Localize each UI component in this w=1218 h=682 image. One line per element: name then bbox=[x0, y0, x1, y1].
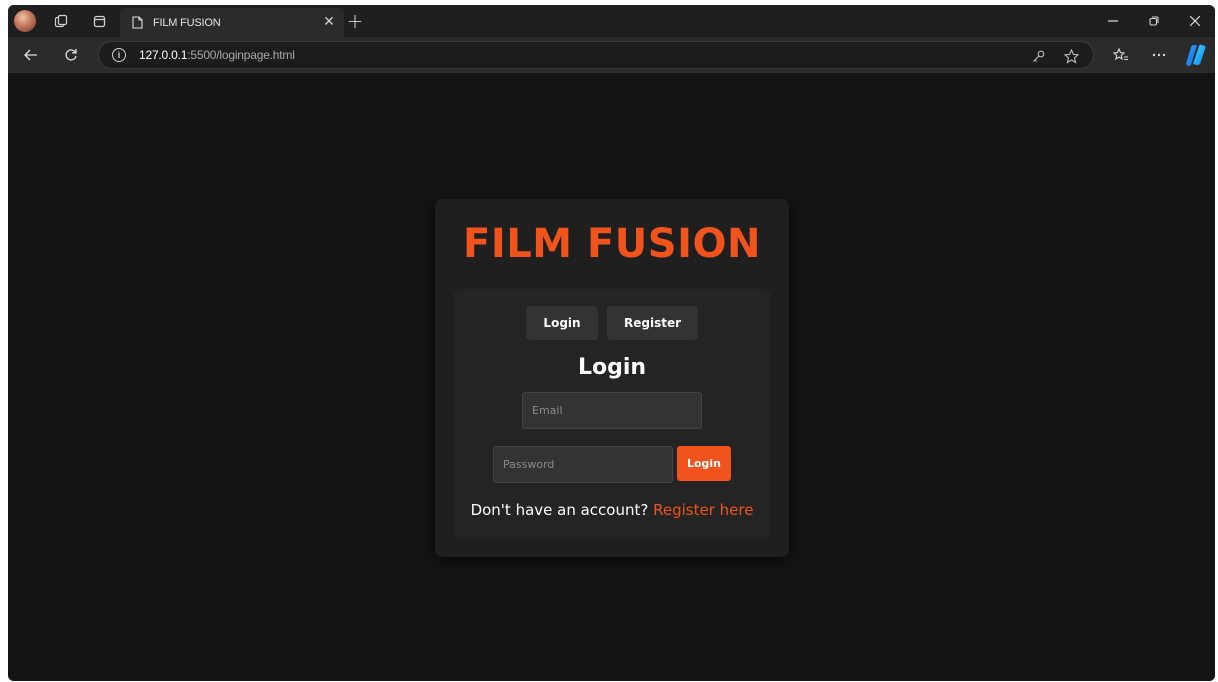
register-prompt: Don't have an account? Register here bbox=[453, 501, 771, 519]
favorites-icon[interactable] bbox=[1108, 42, 1134, 68]
site-info-icon[interactable]: i bbox=[112, 48, 126, 62]
favorite-star-icon[interactable] bbox=[1061, 46, 1081, 66]
email-input[interactable] bbox=[522, 392, 702, 429]
switch-register-button[interactable]: Register bbox=[607, 306, 698, 340]
more-options-icon[interactable] bbox=[1146, 42, 1172, 68]
new-tab-icon[interactable]: + bbox=[342, 9, 368, 33]
register-prompt-text: Don't have an account? bbox=[470, 501, 654, 519]
form-title: Login bbox=[577, 355, 647, 380]
close-window-icon[interactable] bbox=[1180, 9, 1210, 33]
tab-actions-icon[interactable] bbox=[86, 9, 112, 33]
page-icon bbox=[130, 16, 144, 30]
password-input[interactable] bbox=[493, 446, 673, 483]
profile-avatar[interactable] bbox=[14, 10, 36, 32]
tab-title: FILM FUSION bbox=[153, 16, 221, 29]
restore-icon[interactable] bbox=[1139, 9, 1169, 33]
back-arrow-icon[interactable] bbox=[18, 42, 44, 68]
register-here-link[interactable]: Register here bbox=[653, 501, 753, 519]
switch-login-button[interactable]: Login bbox=[526, 306, 598, 340]
login-card: FILM FUSION Login Register Login Login D… bbox=[435, 199, 789, 557]
minimize-icon[interactable] bbox=[1098, 9, 1128, 33]
refresh-icon[interactable] bbox=[58, 42, 84, 68]
address-bar[interactable]: i 127.0.0.1:5500/loginpage.html bbox=[98, 41, 1094, 69]
page-viewport: FILM FUSION Login Register Login Login D… bbox=[8, 73, 1215, 681]
workspaces-icon[interactable] bbox=[48, 9, 74, 33]
copilot-icon[interactable] bbox=[1183, 44, 1207, 66]
url-text: 127.0.0.1:5500/loginpage.html bbox=[139, 48, 295, 62]
login-submit-button[interactable]: Login bbox=[677, 446, 731, 481]
tab-strip: FILM FUSION ✕ + bbox=[8, 5, 1215, 37]
close-tab-icon[interactable]: ✕ bbox=[320, 13, 338, 31]
form-panel: Login Register Login Login Don't have an… bbox=[453, 289, 771, 539]
brand-logo: FILM FUSION bbox=[463, 221, 761, 267]
active-tab[interactable]: FILM FUSION ✕ bbox=[120, 8, 344, 37]
browser-window: FILM FUSION ✕ + i 127.0.0.1:5500/loginpa… bbox=[8, 5, 1215, 681]
browser-toolbar: i 127.0.0.1:5500/loginpage.html bbox=[8, 37, 1215, 73]
key-icon[interactable] bbox=[1028, 46, 1048, 66]
